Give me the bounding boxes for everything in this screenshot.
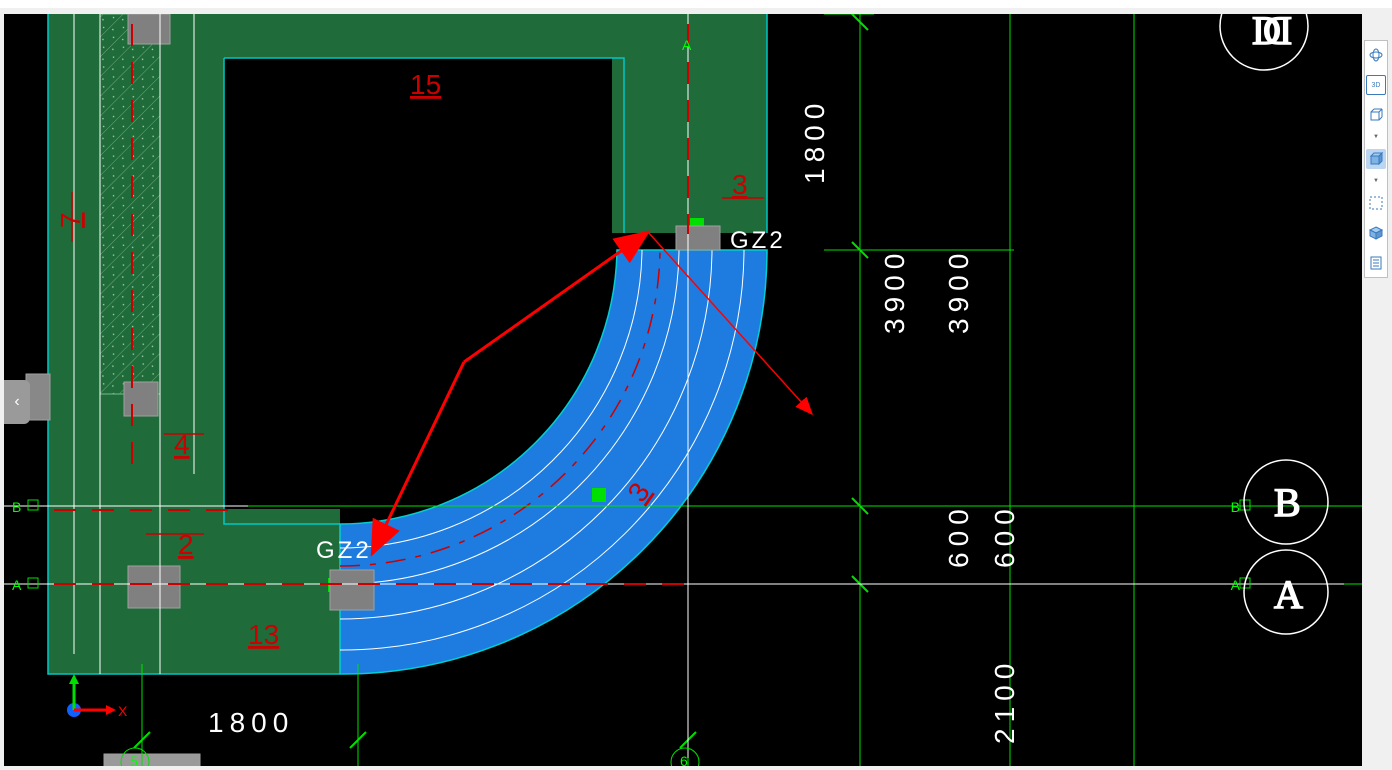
svg-text:600: 600 [943,503,974,568]
box-fill-icon[interactable] [1366,149,1386,169]
svg-text:A: A [1274,572,1303,617]
svg-text:3: 3 [732,169,748,200]
svg-text:2100: 2100 [989,658,1020,744]
orbit-icon[interactable] [1366,45,1386,65]
svg-text:5: 5 [130,753,138,766]
selection-frame-icon[interactable] [1366,193,1386,213]
svg-text:600: 600 [989,503,1020,568]
svg-text:X: X [118,703,128,719]
panel-expand-tab[interactable]: ‹ [4,380,30,424]
wall-hatch [100,14,160,394]
view-toolbar: 3D ▼ ▼ [1364,40,1388,278]
box-wire-icon[interactable] [1366,105,1386,125]
svg-text:1800: 1800 [799,98,830,184]
svg-text:GZ2: GZ2 [730,227,786,254]
svg-text:B: B [1274,480,1301,525]
svg-text:A: A [682,37,692,53]
svg-text:A: A [1231,577,1241,593]
svg-text:6: 6 [680,753,688,766]
svg-text:13: 13 [248,619,279,650]
svg-text:A: A [12,577,22,593]
svg-text:GZ2: GZ2 [316,537,372,564]
svg-text:3900: 3900 [943,248,974,334]
grid-bubbles: D D B A [1220,14,1328,634]
ucs-icon[interactable]: X [67,674,128,719]
chevron-left-icon: ‹ [14,393,19,411]
svg-text:B: B [1231,499,1240,515]
cad-canvas[interactable]: 1800 1800 3900 3900 600 600 2100 7 15 3 … [4,14,1362,766]
sheet-list-icon[interactable] [1366,253,1386,273]
iso-cube-icon[interactable] [1366,223,1386,243]
svg-text:D: D [1263,14,1292,53]
dropdown-arrow[interactable]: ▼ [1373,135,1379,139]
svg-text:15: 15 [410,69,441,100]
svg-text:3900: 3900 [879,248,910,334]
svg-text:1800: 1800 [208,707,294,738]
svg-text:7: 7 [55,212,86,228]
svg-text:B: B [12,499,21,515]
dropdown-arrow[interactable]: ▼ [1373,179,1379,183]
view-3d-button[interactable]: 3D [1366,75,1386,95]
